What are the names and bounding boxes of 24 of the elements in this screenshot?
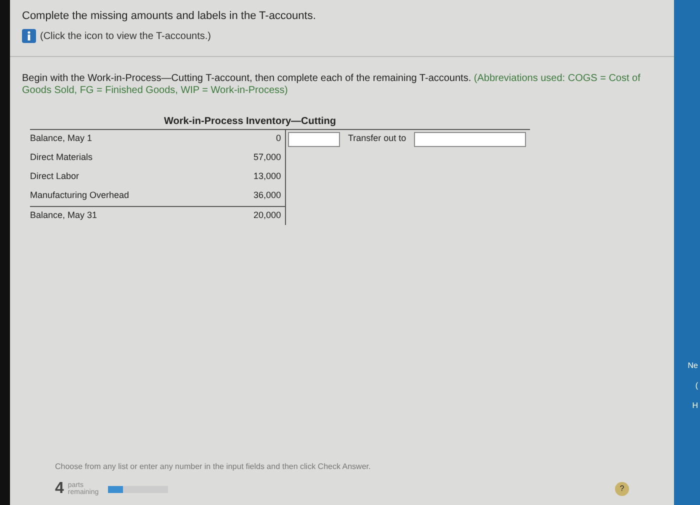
account-input[interactable] bbox=[414, 132, 526, 146]
amount-input[interactable] bbox=[288, 132, 340, 146]
side-panel-text: ( bbox=[695, 380, 698, 392]
debit-amount: 0 bbox=[276, 132, 281, 146]
debit-amount: 13,000 bbox=[253, 170, 281, 184]
help-button[interactable]: ? bbox=[615, 482, 629, 496]
task-text: Begin with the Work-in-Process—Cutting T-account, then complete each of the remaining T-accounts. (Abbreviations used: COGS = Cost of Goods Sold, FG = Finished Goods, WIP = Work-in-Process) bbox=[22, 72, 642, 98]
instructions-text: Complete the missing amounts and labels in the T-accounts. bbox=[22, 9, 317, 24]
balance-amount: 20,000 bbox=[253, 208, 281, 222]
t-account-title: Work-in-Process Inventory—Cutting bbox=[30, 114, 530, 130]
parts-count: 4 bbox=[55, 479, 64, 499]
info-link[interactable]: (Click the icon to view the T-accounts.) bbox=[40, 28, 211, 44]
debit-label: Balance, May 1 bbox=[30, 132, 92, 146]
debit-label: Direct Materials bbox=[30, 151, 93, 164]
balance-label: Balance, May 31 bbox=[30, 208, 98, 222]
credit-label: Transfer out to bbox=[348, 132, 406, 144]
side-panel-text: H bbox=[692, 400, 698, 412]
debit-label: Direct Labor bbox=[30, 170, 80, 184]
debit-label: Manufacturing Overhead bbox=[30, 189, 130, 202]
debit-amount: 36,000 bbox=[253, 189, 281, 202]
info-icon[interactable] bbox=[22, 29, 36, 43]
side-panel-text: Ne bbox=[688, 360, 698, 372]
hint-text: Choose from any list or enter any number in the input fields and then click Check Answer. bbox=[55, 461, 372, 473]
debit-amount: 57,000 bbox=[253, 151, 281, 164]
